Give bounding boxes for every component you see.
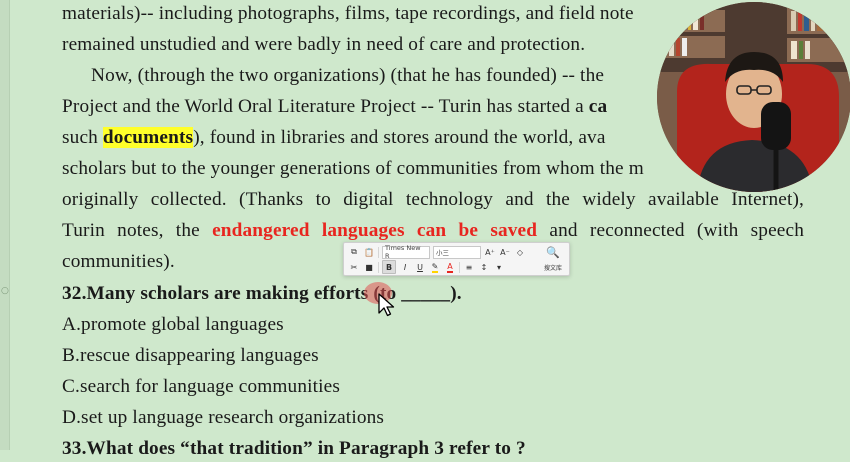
font-name-select[interactable]: Times New R [382, 244, 430, 260]
passage-text: materials)-- including photographs, film… [62, 3, 634, 24]
italic-button[interactable]: I [399, 261, 411, 273]
highlighted-word: documents [102, 127, 194, 148]
lookup-icon: 🔍 [546, 246, 560, 259]
line-spacing-icon[interactable]: ↕ [478, 261, 490, 273]
passage-text: such [62, 127, 103, 148]
font-color-button[interactable]: A [444, 261, 456, 273]
presenter-webcam [657, 2, 850, 192]
passage-line: communities). [62, 249, 175, 275]
toolbar-divider [459, 261, 460, 273]
question-title: 32.Many scholars are making efforts (to … [62, 283, 462, 304]
passage-text: scholars but to the younger generations … [62, 158, 644, 179]
passage-line: remained unstudied and were badly in nee… [62, 32, 585, 58]
font-color-label: A [447, 261, 453, 273]
underline-button[interactable]: U [414, 261, 426, 273]
passage-text: Turin notes, the [62, 220, 213, 241]
mouse-pointer-icon [378, 293, 395, 317]
passage-line: materials)-- including photographs, film… [62, 1, 634, 27]
passage-text: originally collected. (Thanks to digital… [62, 189, 804, 210]
presenter-video-frame [657, 2, 850, 192]
font-size-select[interactable]: 小三 [433, 245, 481, 259]
passage-text: remained unstudied and were badly in nee… [62, 34, 586, 55]
passage-text: ), found in libraries and stores around … [193, 127, 606, 148]
lookup-label: 搜文库 [543, 265, 562, 272]
answer-option: B.rescue disappearing languages [62, 345, 319, 366]
mini-format-toolbar: ⧉ 📋 Times New R 小三 A⁺ A⁻ ◇ ✂ ■ B I U ✎ A… [343, 242, 570, 276]
bold-text: ca [588, 96, 608, 117]
paste-icon[interactable]: 📋 [363, 246, 375, 258]
passage-text: and reconnected (with speech [537, 220, 804, 241]
passage-line: Turin notes, the endangered languages ca… [62, 218, 804, 244]
cut-icon[interactable]: ✂ [348, 261, 360, 273]
format-painter-icon[interactable]: ■ [363, 261, 375, 273]
bold-button[interactable]: B [382, 260, 396, 274]
left-ruler: ○ [0, 0, 10, 450]
passage-line: such documents), found in libraries and … [62, 125, 606, 151]
ruler-marker: ○ [1, 286, 9, 296]
answer-option: C.search for language communities [62, 376, 341, 397]
toolbar-divider [378, 261, 379, 273]
passage-line: scholars but to the younger generations … [62, 156, 644, 182]
emphasized-phrase: endangered languages can be saved [212, 220, 538, 241]
answer-option: D.set up language research organizations [62, 407, 385, 428]
copy-icon[interactable]: ⧉ [348, 246, 360, 258]
passage-line: Now, (through the two organizations) (th… [91, 63, 604, 89]
passage-text: Now, (through the two organizations) (th… [91, 65, 605, 86]
shrink-font-button[interactable]: A⁻ [499, 246, 511, 258]
align-icon[interactable]: ≡ [463, 261, 475, 273]
passage-line: Project and the World Oral Literature Pr… [62, 94, 607, 120]
answer-option: A.promote global languages [62, 314, 284, 335]
microphone-icon [761, 102, 791, 150]
grow-font-button[interactable]: A⁺ [484, 246, 496, 258]
passage-text: communities). [62, 251, 175, 272]
lookup-button[interactable]: 🔍 搜文库 [540, 246, 566, 272]
passage-text: Project and the World Oral Literature Pr… [62, 96, 589, 117]
clear-format-icon[interactable]: ◇ [514, 246, 526, 258]
passage-line: originally collected. (Thanks to digital… [62, 187, 804, 213]
more-options-button[interactable]: ▾ [493, 261, 505, 273]
toolbar-divider [378, 246, 379, 258]
highlight-color-icon[interactable]: ✎ [429, 261, 441, 273]
question-title: 33.What does “that tradition” in Paragra… [62, 438, 526, 459]
